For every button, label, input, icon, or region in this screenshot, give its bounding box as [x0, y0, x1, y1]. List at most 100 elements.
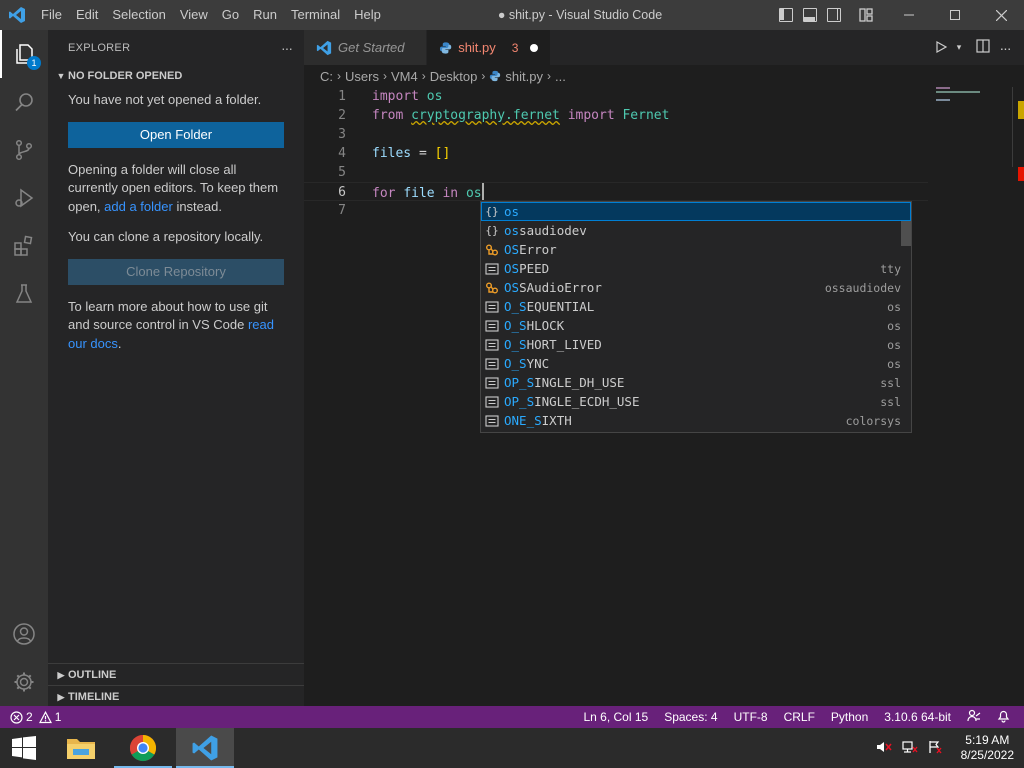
menu-view[interactable]: View: [173, 0, 215, 30]
suggestion-item[interactable]: {} os: [481, 202, 911, 221]
suggestion-item[interactable]: OSSAudioError ossaudiodev: [481, 278, 911, 297]
operator: =: [411, 146, 435, 161]
menu-go[interactable]: Go: [215, 0, 246, 30]
line-number: 1: [338, 89, 346, 104]
run-python-file-icon[interactable]: [930, 40, 952, 56]
extensions-icon[interactable]: [0, 222, 48, 270]
menu-help[interactable]: Help: [347, 0, 388, 30]
suggestion-item[interactable]: OP_SINGLE_DH_USE ssl: [481, 373, 911, 392]
volume-muted-icon[interactable]: [876, 740, 892, 757]
action-center-flag-icon[interactable]: [928, 740, 942, 757]
match-highlight: OS: [504, 280, 520, 295]
menu-file[interactable]: File: [34, 0, 69, 30]
vscode-taskbar-button[interactable]: [176, 728, 234, 768]
toggle-secondary-sidebar-icon[interactable]: [827, 8, 841, 22]
accounts-icon[interactable]: [0, 610, 48, 658]
open-folder-button[interactable]: Open Folder: [68, 121, 284, 148]
menu-edit[interactable]: Edit: [69, 0, 105, 30]
suggestion-item[interactable]: O_SYNC os: [481, 354, 911, 373]
notifications-bell-icon[interactable]: [997, 709, 1010, 726]
suggestion-item[interactable]: OSError: [481, 240, 911, 259]
encoding[interactable]: UTF-8: [734, 710, 768, 724]
add-folder-link[interactable]: add a folder: [104, 199, 173, 214]
manage-gear-icon[interactable]: [0, 658, 48, 706]
breadcrumb-symbols[interactable]: ...: [555, 69, 566, 84]
system-tray: 5:19 AM 8/25/2022: [871, 728, 1014, 768]
source-control-icon[interactable]: [0, 126, 48, 174]
run-debug-icon[interactable]: [0, 174, 48, 222]
title-bar: File Edit Selection View Go Run Terminal…: [0, 0, 1024, 30]
suggestion-rest: SAudioError: [519, 280, 602, 295]
suggestion-detail: tty: [880, 261, 901, 276]
more-actions-icon[interactable]: ···: [281, 40, 293, 56]
maximize-button[interactable]: [932, 0, 978, 30]
toggle-sidebar-icon[interactable]: [779, 8, 793, 22]
menu-selection[interactable]: Selection: [105, 0, 172, 30]
language-mode[interactable]: Python: [831, 710, 868, 724]
problems-indicator[interactable]: 2 1: [10, 710, 61, 724]
minimap[interactable]: [936, 87, 1016, 117]
network-icon[interactable]: [902, 740, 918, 757]
breadcrumb-users[interactable]: Users: [345, 69, 379, 84]
suggestion-label: O_SHORT_LIVED: [504, 337, 602, 352]
suggestion-item[interactable]: OSPEED tty: [481, 259, 911, 278]
breadcrumb-file[interactable]: shit.py: [505, 69, 543, 84]
suggestion-rest: IXTH: [541, 413, 572, 428]
minimize-button[interactable]: [886, 0, 932, 30]
explorer-icon[interactable]: 1: [0, 30, 48, 78]
suggestion-item[interactable]: O_SHLOCK os: [481, 316, 911, 335]
suggestion-rest: EQUENTIAL: [526, 299, 595, 314]
module-name: os: [426, 89, 443, 104]
suggestion-item[interactable]: OP_SINGLE_ECDH_USE ssl: [481, 392, 911, 411]
toggle-panel-icon[interactable]: [803, 8, 817, 22]
outline-section-header[interactable]: ▶ OUTLINE: [48, 664, 304, 686]
clone-repository-button[interactable]: Clone Repository: [68, 258, 284, 285]
line-ending[interactable]: CRLF: [784, 710, 815, 724]
feedback-icon[interactable]: [967, 709, 981, 726]
customize-layout-icon[interactable]: [859, 8, 873, 22]
split-editor-icon[interactable]: [972, 39, 994, 56]
problem-count-badge: 3: [511, 40, 519, 55]
chevron-down-icon[interactable]: ▾: [952, 42, 966, 53]
python-interpreter[interactable]: 3.10.6 64-bit: [884, 710, 951, 724]
indentation[interactable]: Spaces: 4: [664, 710, 717, 724]
explorer-badge: 1: [27, 56, 41, 70]
clock[interactable]: 5:19 AM 8/25/2022: [961, 733, 1014, 763]
timeline-section-header[interactable]: ▶ TIMELINE: [48, 686, 304, 708]
variable-symbol-icon: [484, 337, 500, 353]
breadcrumb-desktop[interactable]: Desktop: [430, 69, 478, 84]
breadcrumb-user[interactable]: VM4: [391, 69, 418, 84]
suggestion-rest: INGLE_DH_USE: [534, 375, 625, 390]
suggestion-item[interactable]: O_SHORT_LIVED os: [481, 335, 911, 354]
variable-symbol-icon: [484, 413, 500, 429]
variable-symbol-icon: [484, 356, 500, 372]
variable-symbol-icon: [484, 261, 500, 277]
testing-icon[interactable]: [0, 270, 48, 318]
match-highlight: O_S: [504, 318, 527, 333]
tab-label: Get Started: [338, 40, 405, 55]
tab-shit-py[interactable]: shit.py 3: [427, 30, 551, 65]
no-folder-section-header[interactable]: ▼ NO FOLDER OPENED: [48, 65, 304, 87]
unsaved-dot-icon[interactable]: [530, 43, 538, 52]
tab-get-started[interactable]: Get Started: [304, 30, 427, 65]
menu-run[interactable]: Run: [246, 0, 284, 30]
cursor-position[interactable]: Ln 6, Col 15: [583, 710, 648, 724]
menu-terminal[interactable]: Terminal: [284, 0, 347, 30]
keyword: in: [442, 186, 459, 201]
chrome-taskbar-button[interactable]: [114, 728, 172, 768]
text-cursor: [481, 183, 484, 200]
suggestion-item[interactable]: ONE_SIXTH colorsys: [481, 411, 911, 430]
suggestion-item[interactable]: {} ossaudiodev: [481, 221, 911, 240]
close-button[interactable]: [978, 0, 1024, 30]
start-button[interactable]: [0, 728, 48, 768]
suggestion-detail: os: [887, 318, 901, 333]
file-explorer-taskbar-button[interactable]: [52, 728, 110, 768]
keyword: import: [372, 89, 419, 104]
code-line: 1 import os: [304, 87, 928, 106]
more-actions-icon[interactable]: ···: [994, 40, 1016, 56]
search-icon[interactable]: [0, 78, 48, 126]
clock-time: 5:19 AM: [965, 733, 1010, 747]
code-line: 3: [304, 125, 928, 144]
breadcrumb-drive[interactable]: C:: [320, 69, 333, 84]
suggestion-item[interactable]: O_SEQUENTIAL os: [481, 297, 911, 316]
